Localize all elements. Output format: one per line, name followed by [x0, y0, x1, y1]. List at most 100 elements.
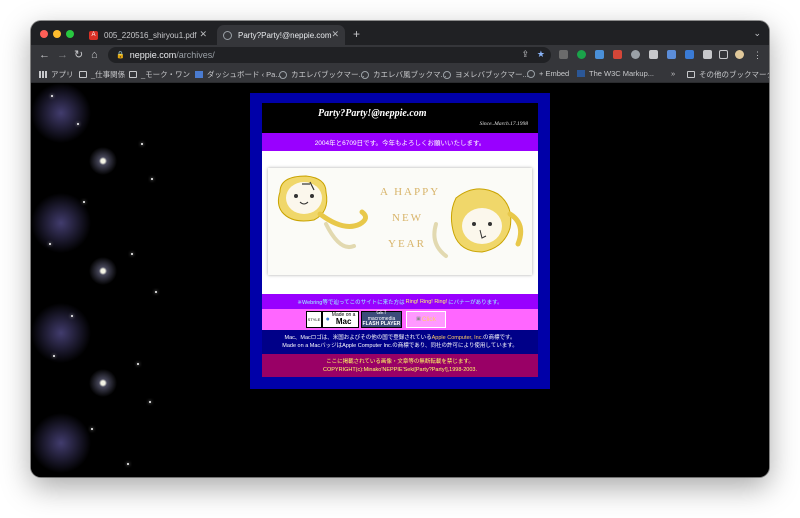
tab-pdf[interactable]: A 005_220516_shiryou1.pdf ✕ [83, 25, 213, 45]
star-decoration [131, 253, 133, 255]
s-extension-icon[interactable] [667, 50, 676, 59]
made-on-mac-badge[interactable]: ● Made on a Mac [322, 311, 359, 328]
badge-bar: STYLE ● Made on a Mac GET macromedia FLA… [262, 309, 538, 330]
avatar[interactable] [735, 50, 744, 59]
bookmark-star-icon[interactable]: ★ [537, 49, 545, 60]
bookmark-label: アプリ [51, 70, 74, 79]
starry-background [31, 83, 161, 477]
click-label: Click [421, 315, 436, 323]
bookmark-folder-work[interactable]: _仕事関係 [79, 69, 125, 80]
banner-area: A HAPPY NEW YEAR [262, 151, 538, 294]
tab-neppie[interactable]: Party?Party!@neppie.com ✕ [217, 25, 345, 45]
bookmark-kaereba[interactable]: カエレバブックマー... [279, 69, 365, 80]
desktop-background: A 005_220516_shiryou1.pdf ✕ Party?Party!… [0, 0, 800, 518]
globe-icon [527, 69, 535, 78]
extension-icon[interactable] [559, 50, 568, 59]
copyright-notice: ここに掲載されている画像・文章等の無断転載を禁じます。 COPYRIGHT(c)… [262, 354, 538, 377]
address-bar[interactable]: 🔒 neppie.com/archives/ ⇪ ★ [108, 47, 551, 63]
minimize-window-button[interactable] [53, 30, 61, 38]
star-decoration [127, 463, 129, 465]
evernote-icon[interactable] [577, 50, 586, 59]
trademark-notice: Mac、Macロゴは、米国およびその他の国で登録されているApple Compu… [262, 330, 538, 354]
star-decoration [149, 401, 151, 403]
mac-badge-main: Mac [335, 317, 352, 327]
webring-suffix: にバナーがあります。 [448, 299, 503, 306]
trademark-text: の商標です。 [483, 335, 516, 341]
bookmark-label: _仕事関係 [91, 70, 126, 79]
site-title: Party?Party!@neppie.com [318, 108, 427, 119]
star-decoration [77, 123, 79, 125]
site-header: Party?Party!@neppie.com Since..March.17.… [262, 103, 538, 133]
home-button[interactable]: ⌂ [91, 48, 98, 62]
reload-button[interactable]: ↻ [74, 48, 83, 62]
share-icon[interactable]: ⇪ [521, 49, 529, 60]
gmail-icon[interactable] [613, 50, 622, 59]
globe-icon [361, 70, 369, 79]
bookmark-w3c[interactable]: The W3C Markup... [577, 69, 654, 78]
folder-icon [129, 71, 137, 78]
close-tab-icon[interactable]: ✕ [331, 29, 339, 40]
bookmark-dashboard[interactable]: ダッシュボード ‹ Pa... [195, 69, 282, 80]
click-banner[interactable]: ▣ Click [406, 311, 446, 328]
maximize-window-button[interactable] [66, 30, 74, 38]
extension-icon[interactable] [631, 50, 640, 59]
address-path: /archives/ [176, 50, 215, 60]
browser-window: A 005_220516_shiryou1.pdf ✕ Party?Party!… [31, 21, 769, 477]
webring-prefix: ※Webring等で辿ってこのサイトに来た方は [297, 299, 405, 306]
forward-button[interactable]: → [57, 48, 68, 62]
style-badge[interactable]: STYLE [306, 311, 322, 328]
star-decoration [71, 315, 73, 317]
star-decoration [83, 201, 85, 203]
monkey-left-illustration [277, 175, 368, 249]
bookmark-label: _モーク・ワン [141, 70, 191, 79]
bookmark-label: カエレバ風ブックマ... [373, 70, 447, 79]
copyright-line: COPYRIGHT(c):Minako'NEPPIE'Seki[Party?Pa… [322, 367, 478, 373]
ring-link[interactable]: Ring! Ring! Ring! [406, 299, 448, 305]
close-tab-icon[interactable]: ✕ [199, 29, 207, 40]
side-panel-icon[interactable] [719, 50, 728, 59]
bookmark-yomereba[interactable]: ヨメレバブックマー... [443, 69, 529, 80]
bookmark-label: The W3C Markup... [589, 69, 655, 78]
apps-grid-icon [39, 71, 47, 78]
puzzle-icon[interactable] [703, 50, 712, 59]
copyright-warning: ここに掲載されている画像・文章等の無断転載を禁じます。 [326, 359, 474, 365]
address-domain: neppie.com [129, 50, 177, 60]
apple-link[interactable]: Apple Computer, Inc. [432, 335, 483, 341]
bookmark-other[interactable]: その他のブックマーク [687, 69, 769, 80]
mac-badge-notice: Made on a MacバッジはApple Computer Inc.の商標で… [282, 343, 518, 349]
extension-icon[interactable] [649, 50, 658, 59]
webring-notice: ※Webring等で辿ってこのサイトに来た方は Ring! Ring! Ring!… [262, 294, 538, 309]
close-window-button[interactable] [40, 30, 48, 38]
bookmark-label: ダッシュボード ‹ Pa... [207, 70, 282, 79]
since-date: Since..March.17.1998 [479, 121, 528, 127]
back-button[interactable]: ← [39, 48, 50, 62]
new-tab-button[interactable]: + [353, 27, 360, 41]
bookmark-folder-moku[interactable]: _モーク・ワン [129, 69, 190, 80]
web-page: Party?Party!@neppie.com Since..March.17.… [31, 83, 769, 477]
menu-icon[interactable]: ⋮ [753, 48, 762, 62]
extension-icon[interactable] [685, 50, 694, 59]
bookmark-overflow[interactable]: » [671, 69, 675, 78]
bookmark-kaereba-style[interactable]: カエレバ風ブックマ... [361, 69, 447, 80]
bookmark-label: + Embed [539, 69, 570, 78]
extension-icon[interactable] [595, 50, 604, 59]
tab-label: Party?Party!@neppie.com [238, 30, 332, 40]
bookmark-embed[interactable]: + Embed [527, 69, 569, 78]
tab-label: 005_220516_shiryou1.pdf [104, 30, 197, 40]
content-panel: Party?Party!@neppie.com Since..March.17.… [250, 93, 550, 389]
get-flash-badge[interactable]: GET macromedia FLASH PLAYER [361, 311, 402, 328]
folder-icon [79, 71, 87, 78]
bookmark-apps[interactable]: アプリ [39, 69, 74, 80]
bookmarks-bar: アプリ _仕事関係 _モーク・ワン ダッシュボード ‹ Pa... カエレバブッ… [31, 65, 769, 83]
browser-toolbar: ← → ↻ ⌂ 🔒 neppie.com/archives/ ⇪ ★ ⋮ [31, 45, 769, 65]
trademark-text: Mac、Macロゴは、米国およびその他の国で登録されている [284, 335, 432, 341]
star-decoration [151, 178, 153, 180]
new-year-banner: A HAPPY NEW YEAR [268, 168, 532, 275]
banner-text-line3: YEAR [388, 238, 426, 250]
pdf-icon: A [89, 30, 98, 40]
star-decoration [51, 95, 53, 97]
broken-image-icon: ▣ [416, 315, 421, 322]
tab-search-chevron-icon[interactable]: ⌄ [753, 28, 761, 39]
star-decoration [137, 363, 139, 365]
greeting-bar: 2004年と6709日です。今年もよろしくお願いいたします。 [262, 133, 538, 151]
